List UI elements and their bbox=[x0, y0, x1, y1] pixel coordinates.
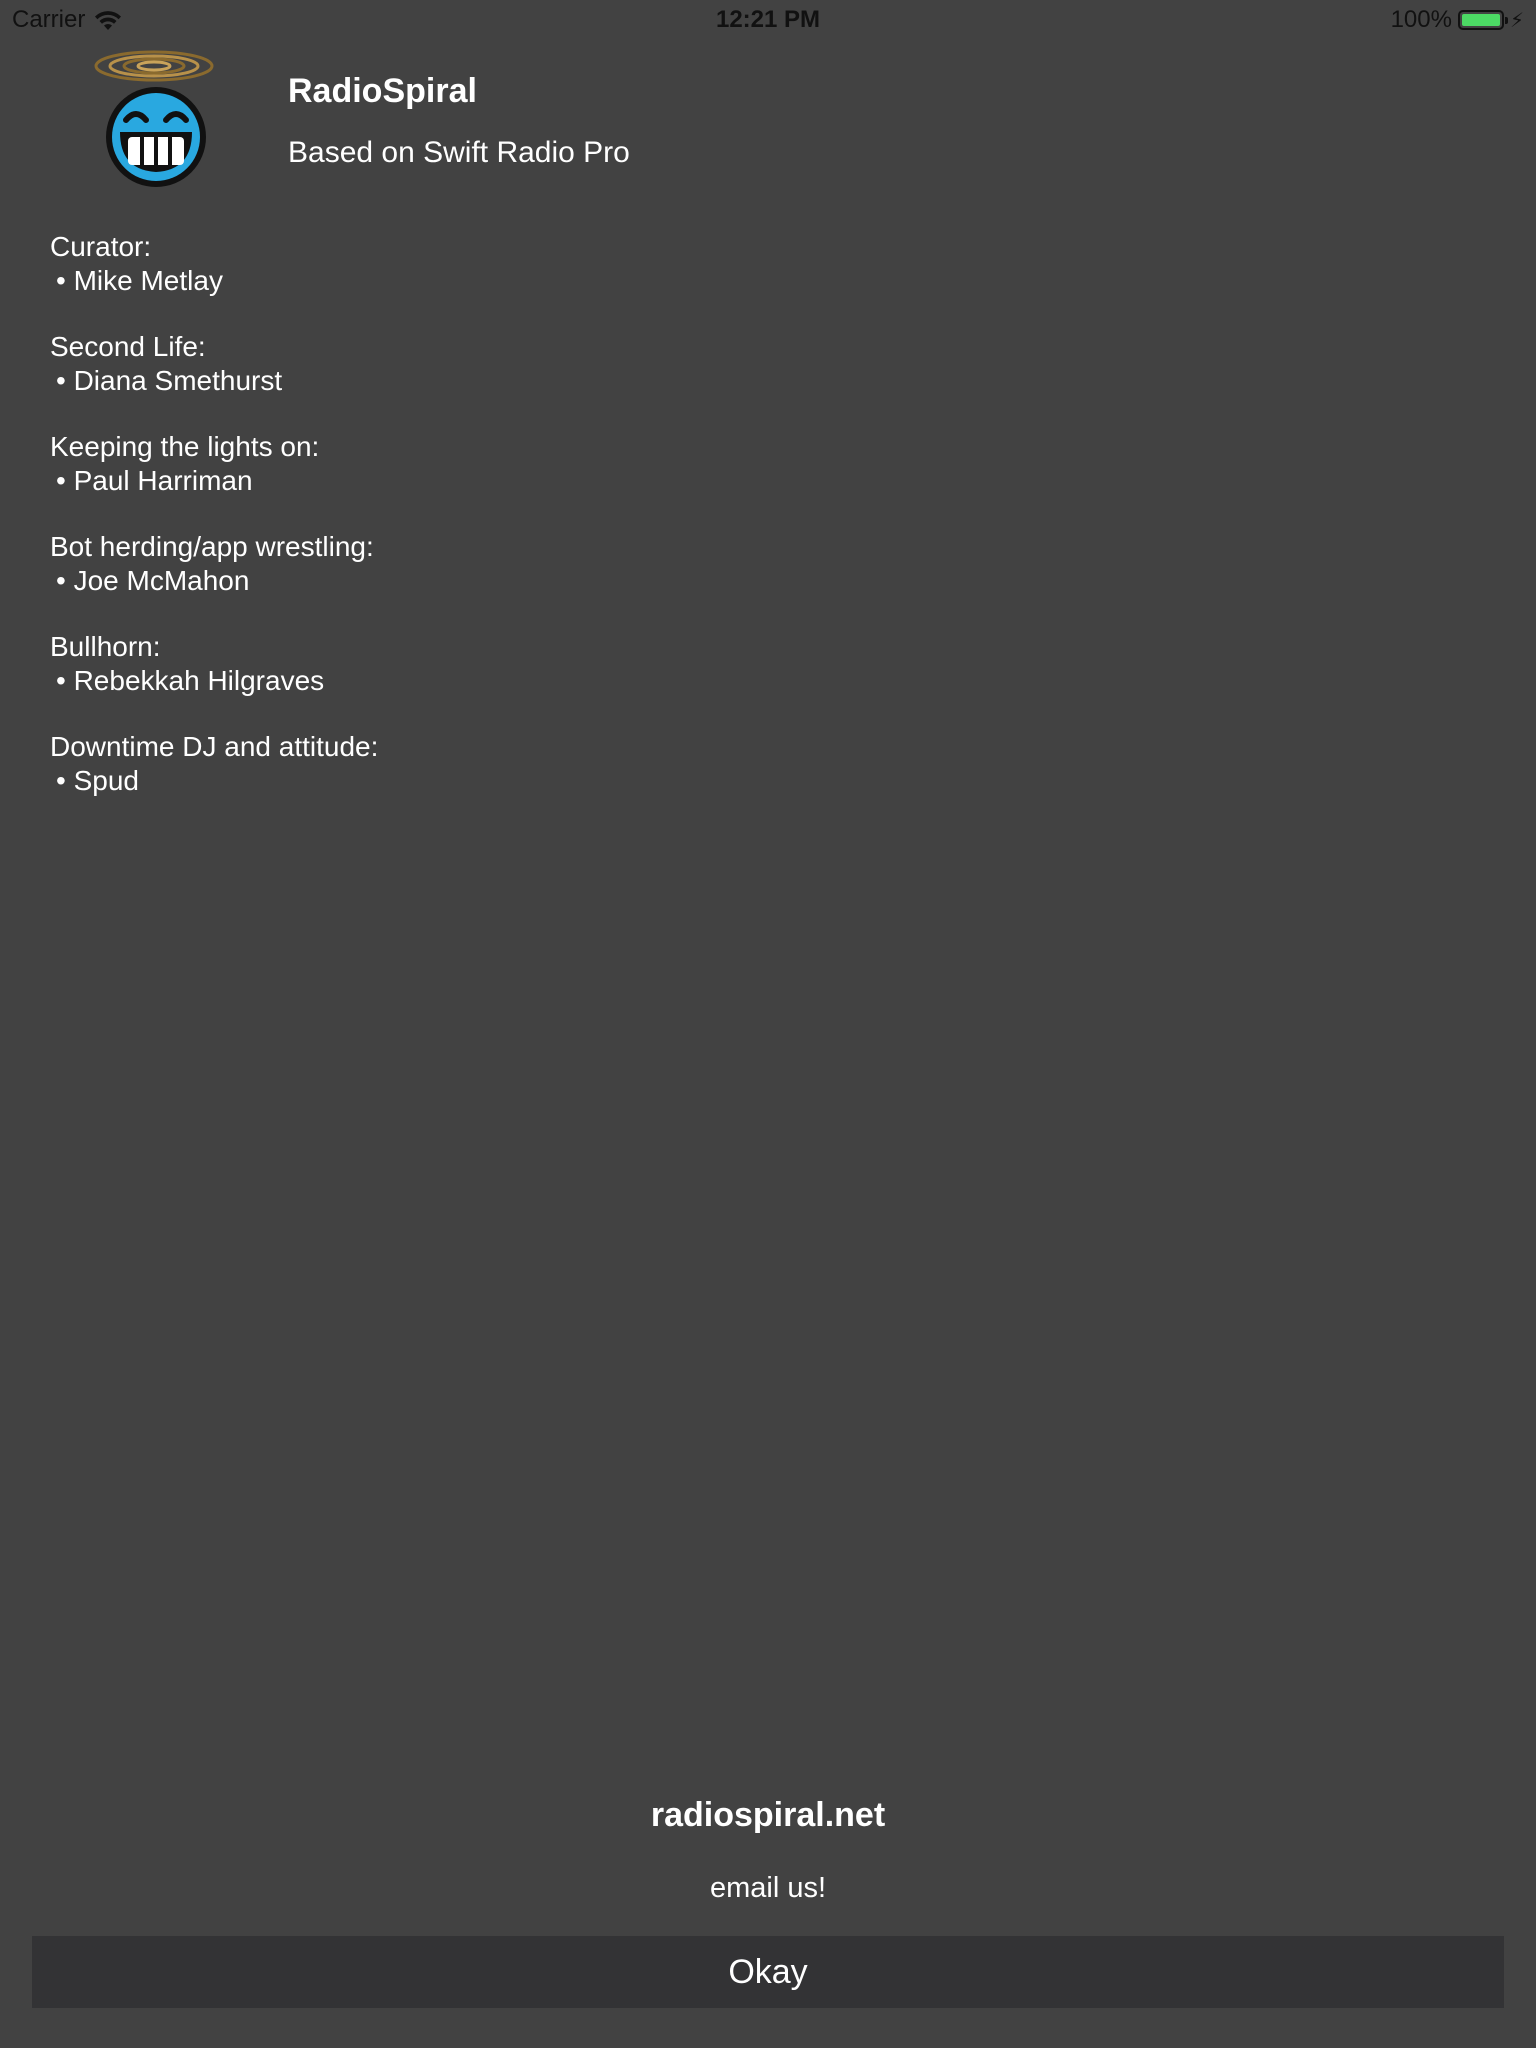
battery-level bbox=[1461, 14, 1500, 26]
charging-bolt-icon: ⚡ bbox=[1509, 9, 1524, 32]
credit-group: Curator: • Mike Metlay bbox=[50, 230, 950, 298]
okay-button[interactable]: Okay bbox=[32, 1936, 1504, 2008]
radiospiral-logo-icon bbox=[92, 48, 222, 188]
credit-role: Curator: bbox=[50, 231, 152, 262]
status-time: 12:21 PM bbox=[715, 6, 821, 33]
website-link[interactable]: radiospiral.net bbox=[0, 1796, 1536, 1835]
credit-group: Second Life: • Diana Smethurst bbox=[50, 330, 950, 398]
credit-role: Downtime DJ and attitude: bbox=[50, 731, 379, 762]
credits-list: Curator: • Mike Metlay Second Life: • Di… bbox=[50, 230, 950, 830]
credit-name: • Rebekkah Hilgraves bbox=[56, 665, 325, 696]
credit-group: Downtime DJ and attitude: • Spud bbox=[50, 730, 950, 798]
credit-group: Bullhorn: • Rebekkah Hilgraves bbox=[50, 630, 950, 698]
battery-percentage: 100% bbox=[1390, 6, 1452, 33]
credit-name: • Paul Harriman bbox=[56, 465, 253, 496]
credit-name: • Mike Metlay bbox=[56, 265, 223, 296]
credit-name: • Joe McMahon bbox=[56, 565, 250, 596]
credit-name: • Spud bbox=[56, 765, 139, 796]
about-screen: Carrier 12:21 PM 100% ⚡ RadioSpiral Base… bbox=[0, 0, 1536, 2048]
credit-role: Second Life: bbox=[50, 331, 206, 362]
status-bar: Carrier 12:21 PM 100% ⚡ bbox=[0, 0, 1536, 40]
app-subtitle: Based on Swift Radio Pro bbox=[288, 136, 630, 169]
status-right: 100% ⚡ bbox=[1391, 6, 1524, 34]
credit-group: Bot herding/app wrestling: • Joe McMahon bbox=[50, 530, 950, 598]
credit-role: Bullhorn: bbox=[50, 631, 161, 662]
credit-name: • Diana Smethurst bbox=[56, 365, 283, 396]
credit-role: Bot herding/app wrestling: bbox=[50, 531, 374, 562]
credit-role: Keeping the lights on: bbox=[50, 431, 320, 462]
credit-group: Keeping the lights on: • Paul Harriman bbox=[50, 430, 950, 498]
app-title: RadioSpiral bbox=[288, 72, 477, 110]
email-us-link[interactable]: email us! bbox=[0, 1872, 1536, 1905]
battery-icon bbox=[1457, 10, 1508, 30]
